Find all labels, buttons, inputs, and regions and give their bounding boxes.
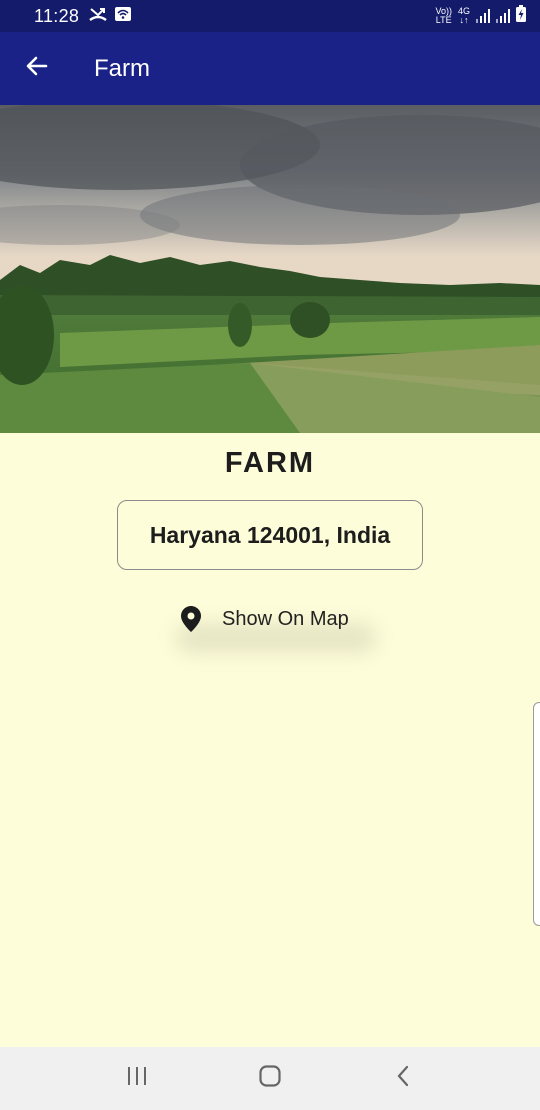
page-title: Farm	[94, 54, 150, 82]
home-icon	[258, 1064, 282, 1093]
battery-charging-icon	[516, 5, 526, 27]
signal-icon	[476, 9, 490, 23]
recent-apps-button[interactable]	[107, 1054, 167, 1104]
data-bottom: ↓↑	[459, 15, 469, 25]
address-text: Haryana 124001, India	[149, 521, 391, 548]
system-nav-bar	[0, 1047, 540, 1110]
status-left-icons	[89, 6, 132, 27]
recent-apps-icon	[126, 1066, 148, 1091]
home-button[interactable]	[240, 1054, 300, 1104]
farm-name-heading: FARM	[224, 447, 316, 479]
show-on-map-button[interactable]: Show On Map	[160, 592, 390, 646]
data-indicator: 4G ↓↑	[458, 7, 470, 25]
farm-image	[0, 105, 540, 433]
location-pin-icon	[160, 606, 222, 632]
wifi-icon	[115, 6, 132, 27]
address-box: Haryana 124001, India	[117, 500, 423, 570]
volte-bottom: LTE	[435, 15, 452, 25]
app-bar: Farm	[0, 32, 540, 105]
status-time: 11:28	[34, 5, 80, 26]
missed-call-icon	[89, 6, 107, 27]
edge-panel-handle[interactable]	[533, 702, 540, 926]
back-button[interactable]	[0, 32, 74, 105]
volte-indicator: Vo)) LTE	[435, 7, 452, 25]
status-bar: 11:28 Vo)) LTE 4G ↓↑	[0, 0, 540, 32]
signal-icon	[496, 9, 510, 23]
show-on-map-label: Show On Map	[222, 607, 349, 630]
arrow-left-icon	[25, 54, 49, 83]
status-right-icons: Vo)) LTE 4G ↓↑	[435, 5, 526, 27]
back-chevron-icon	[395, 1064, 411, 1093]
back-nav-button[interactable]	[373, 1054, 433, 1104]
